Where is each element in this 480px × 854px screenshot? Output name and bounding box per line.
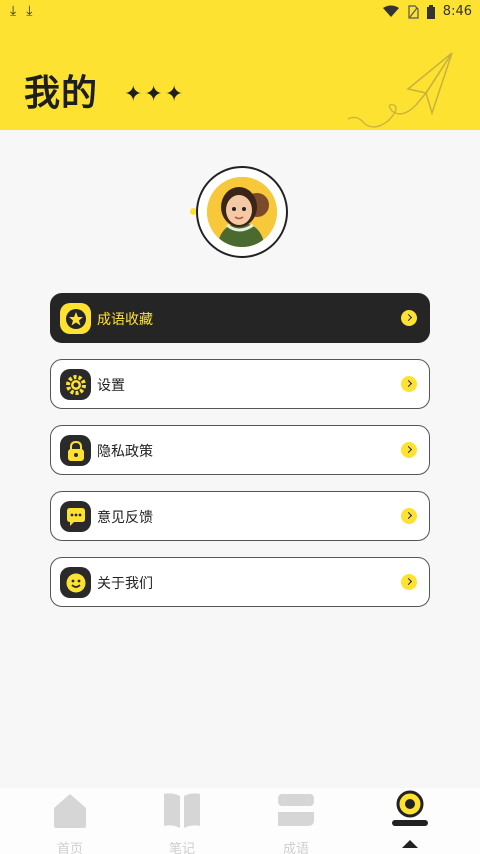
- avatar-illustration: [207, 177, 277, 247]
- menu-item-privacy[interactable]: 隐私政策: [50, 425, 430, 475]
- book-icon: [164, 793, 200, 828]
- lock-icon: [60, 435, 91, 466]
- chat-icon: [60, 501, 91, 532]
- battery-icon: [426, 4, 435, 19]
- menu-item-favorites[interactable]: 成语收藏: [50, 293, 430, 343]
- tab-label-idioms: 成语: [282, 842, 309, 854]
- tab-profile[interactable]: [360, 788, 460, 854]
- download-icon: ⤓: [10, 3, 17, 19]
- status-time: 8:46: [442, 4, 472, 19]
- menu-label-favorites: 成语收藏: [97, 312, 153, 328]
- menu-item-about[interactable]: 关于我们: [50, 557, 430, 607]
- gear-icon: [60, 369, 91, 400]
- paper-plane-icon: [347, 52, 453, 128]
- tab-idioms[interactable]: 成语: [246, 788, 346, 854]
- avatar[interactable]: [196, 166, 288, 258]
- chevron-right-icon: [401, 442, 417, 458]
- star-icon: [60, 303, 91, 334]
- smile-icon: [60, 567, 91, 598]
- idiom-icon: [278, 794, 314, 826]
- wifi-icon: [382, 5, 399, 17]
- chevron-right-icon: [401, 574, 417, 590]
- stars-decoration: ✦✦✦: [124, 82, 186, 107]
- menu-label-about: 关于我们: [97, 576, 153, 592]
- tab-notes[interactable]: 笔记: [132, 788, 232, 854]
- chevron-right-icon: [401, 508, 417, 524]
- profile-icon: [392, 790, 428, 848]
- avatar-image: [207, 177, 277, 247]
- content-area: 成语收藏 设置 隐私政策 意见反馈 关于我们: [0, 130, 480, 788]
- header: 我的 ✦✦✦: [0, 24, 480, 130]
- tab-label-notes: 笔记: [168, 842, 195, 854]
- menu-label-feedback: 意见反馈: [97, 510, 153, 526]
- sim-icon: [408, 4, 419, 19]
- chevron-right-icon: [401, 310, 417, 326]
- tab-label-home: 首页: [56, 842, 83, 854]
- home-icon: [54, 794, 86, 828]
- download-icon: ⤓: [26, 3, 33, 19]
- menu-label-privacy: 隐私政策: [97, 444, 153, 460]
- menu-item-feedback[interactable]: 意见反馈: [50, 491, 430, 541]
- menu-item-settings[interactable]: 设置: [50, 359, 430, 409]
- bottom-tab-bar: 首页 笔记 成语: [0, 788, 480, 854]
- page-title: 我的: [24, 73, 99, 114]
- chevron-right-icon: [401, 376, 417, 392]
- tab-home[interactable]: 首页: [20, 788, 120, 854]
- menu-label-settings: 设置: [97, 378, 125, 394]
- status-bar: ⤓ ⤓ 8:46: [0, 0, 480, 24]
- status-left: ⤓ ⤓: [10, 3, 32, 19]
- status-right: 8:46: [382, 4, 472, 19]
